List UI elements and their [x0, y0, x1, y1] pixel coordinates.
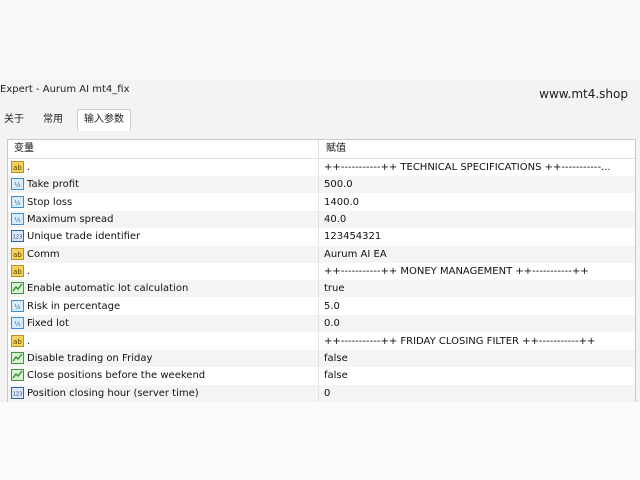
param-value[interactable]: true — [324, 280, 345, 297]
column-divider — [318, 263, 319, 281]
param-value[interactable]: 40.0 — [324, 211, 346, 228]
table-row[interactable]: 123 Position closing hour (server time) 0 — [8, 384, 635, 402]
column-divider — [318, 315, 319, 333]
double-param-icon: ½ — [11, 195, 24, 208]
tab-common[interactable]: 常用 — [36, 110, 70, 130]
param-value[interactable]: 0 — [324, 385, 330, 402]
column-header-variable[interactable]: 变量 — [14, 140, 34, 158]
column-divider — [318, 297, 319, 315]
table-row[interactable]: Disable trading on Friday false — [8, 349, 635, 367]
param-value[interactable]: false — [324, 350, 348, 367]
param-name: Position closing hour (server time) — [27, 387, 199, 399]
param-name: Unique trade identifier — [27, 231, 141, 243]
param-name: Fixed lot — [27, 318, 69, 330]
bool-param-icon — [11, 282, 24, 295]
background-top — [0, 0, 640, 80]
param-value[interactable]: ++-----------++ MONEY MANAGEMENT ++-----… — [324, 263, 589, 280]
table-row[interactable]: ½ Stop loss 1400.0 — [8, 193, 635, 211]
param-name: Stop loss — [27, 196, 73, 208]
window-title: Expert - Aurum AI mt4_fix — [0, 84, 130, 95]
param-name: Close positions before the weekend — [27, 370, 206, 382]
table-row[interactable]: ½ Maximum spread 40.0 — [8, 211, 635, 229]
svg-text:½: ½ — [14, 303, 20, 311]
string-param-icon: ab — [11, 247, 24, 260]
svg-text:ab: ab — [13, 164, 22, 172]
param-value[interactable]: false — [324, 367, 348, 384]
param-name: Take profit — [27, 179, 79, 191]
table-row[interactable]: ab. ++-----------++ MONEY MANAGEMENT ++--… — [8, 263, 635, 281]
table-header: 变量 赋值 — [8, 140, 635, 159]
param-value[interactable]: 1400.0 — [324, 194, 359, 211]
column-divider — [318, 159, 319, 176]
column-divider — [318, 245, 319, 263]
string-param-icon: ab — [11, 265, 24, 278]
double-param-icon: ½ — [11, 178, 24, 191]
integer-param-icon: 123 — [11, 230, 24, 243]
double-param-icon: ½ — [11, 317, 24, 330]
double-param-icon: ½ — [11, 299, 24, 312]
param-name: . — [27, 335, 31, 347]
svg-text:ab: ab — [13, 268, 22, 276]
integer-param-icon: 123 — [11, 386, 24, 399]
param-name: Risk in percentage — [27, 300, 121, 312]
column-divider — [318, 176, 319, 194]
column-divider — [318, 280, 319, 298]
tab-bar: 关于 常用 输入参数 — [0, 109, 640, 131]
column-divider — [318, 211, 319, 229]
svg-text:ab: ab — [13, 338, 22, 346]
param-name: Comm — [27, 248, 60, 260]
inputs-table: 变量 赋值 ab. ++-----------++ TECHNICAL SPECI… — [7, 139, 636, 404]
double-param-icon: ½ — [11, 213, 24, 226]
column-divider — [318, 228, 319, 246]
column-divider — [318, 349, 319, 367]
param-value[interactable]: 123454321 — [324, 228, 381, 245]
tab-inputs[interactable]: 输入参数 — [77, 109, 131, 131]
table-row[interactable]: ab Comm Aurum AI EA — [8, 245, 635, 263]
column-divider — [318, 384, 319, 402]
param-value[interactable]: ++-----------++ TECHNICAL SPECIFICATIONS… — [324, 159, 611, 176]
bool-param-icon — [11, 369, 24, 382]
param-value[interactable]: 5.0 — [324, 298, 340, 315]
column-header-value[interactable]: 赋值 — [326, 140, 346, 158]
column-divider[interactable] — [318, 140, 319, 158]
table-row[interactable]: ½ Risk in percentage 5.0 — [8, 297, 635, 315]
svg-text:½: ½ — [14, 320, 20, 328]
table-row[interactable]: ½ Fixed lot 0.0 — [8, 315, 635, 333]
param-name: Enable automatic lot calculation — [27, 283, 189, 295]
table-row[interactable]: Close positions before the weekend false — [8, 367, 635, 385]
column-divider — [318, 367, 319, 385]
watermark-text: www.mt4.shop — [539, 87, 628, 101]
param-value[interactable]: ++-----------++ FRIDAY CLOSING FILTER ++… — [324, 333, 595, 350]
table-row[interactable]: 123 Unique trade identifier 123454321 — [8, 228, 635, 246]
string-param-icon: ab — [11, 161, 24, 173]
param-name: Disable trading on Friday — [27, 352, 153, 364]
param-name: . — [27, 266, 31, 278]
param-name: . — [27, 162, 31, 173]
column-divider — [318, 332, 319, 350]
table-row[interactable]: ab. ++-----------++ TECHNICAL SPECIFICATI… — [8, 159, 635, 176]
bool-param-icon — [11, 351, 24, 364]
table-row[interactable]: Enable automatic lot calculation true — [8, 280, 635, 298]
svg-text:½: ½ — [14, 216, 20, 224]
string-param-icon: ab — [11, 334, 24, 347]
background-bottom — [0, 402, 640, 480]
svg-text:½: ½ — [14, 199, 20, 207]
param-name: Maximum spread — [27, 214, 114, 226]
svg-text:½: ½ — [14, 181, 20, 189]
table-row[interactable]: ½ Take profit 500.0 — [8, 176, 635, 194]
param-value[interactable]: 500.0 — [324, 176, 353, 193]
svg-text:ab: ab — [13, 251, 22, 259]
param-value[interactable]: 0.0 — [324, 315, 340, 332]
table-row[interactable]: ab. ++-----------++ FRIDAY CLOSING FILTER… — [8, 332, 635, 350]
svg-text:123: 123 — [13, 235, 23, 241]
param-value[interactable]: Aurum AI EA — [324, 246, 387, 263]
expert-properties-dialog: Expert - Aurum AI mt4_fix www.mt4.shop 关… — [0, 80, 640, 404]
tab-about[interactable]: 关于 — [0, 110, 28, 130]
svg-text:123: 123 — [13, 391, 23, 397]
column-divider — [318, 193, 319, 211]
